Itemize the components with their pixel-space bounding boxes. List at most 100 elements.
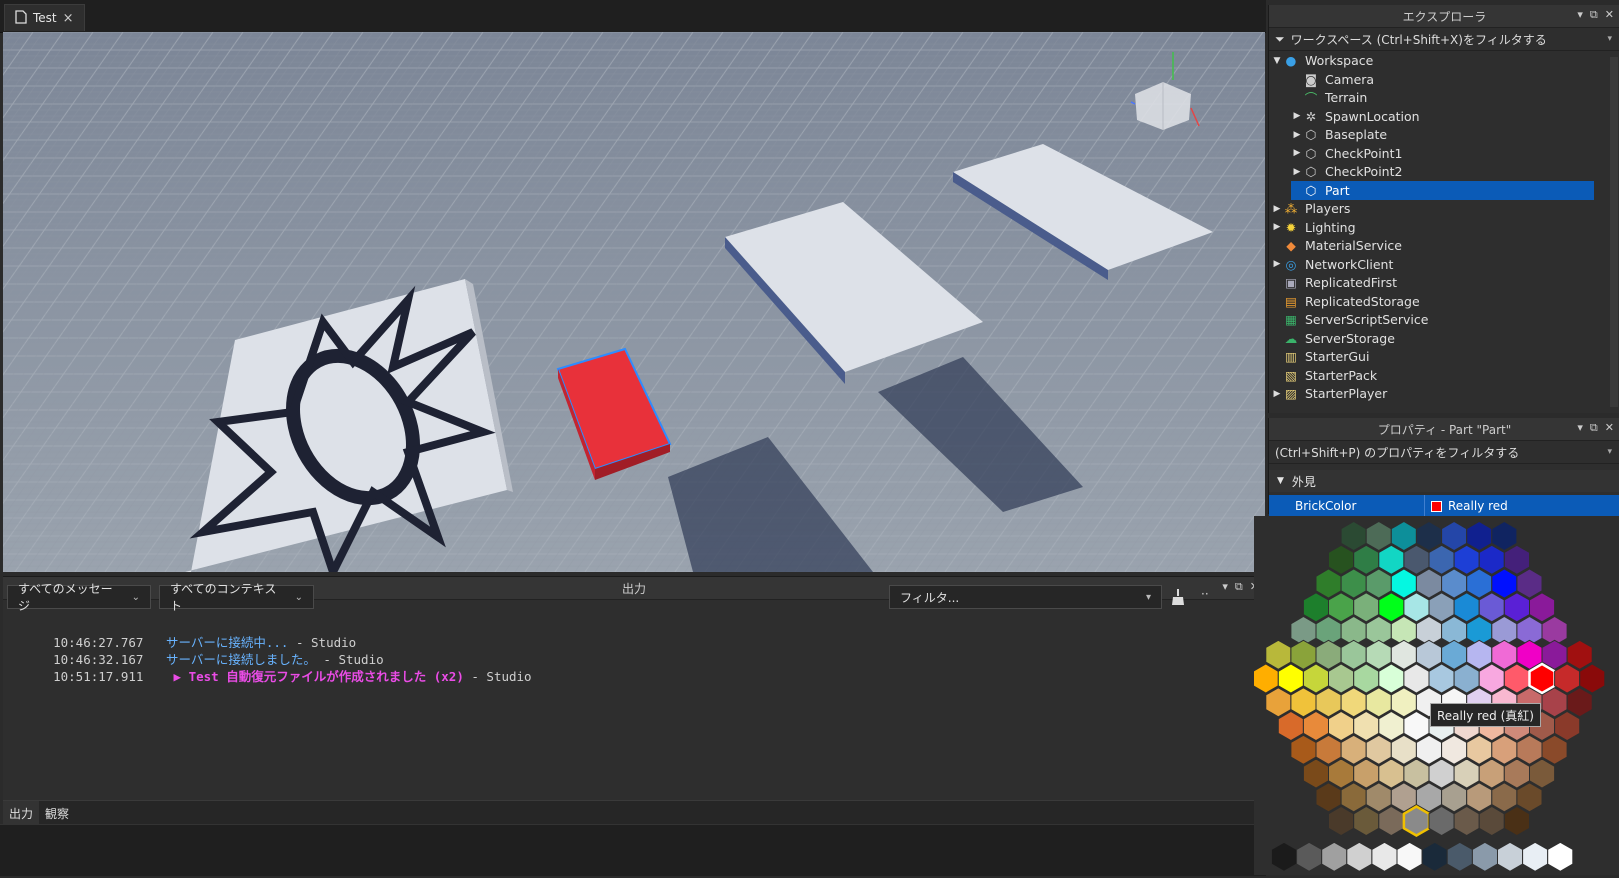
color-swatch[interactable] bbox=[1328, 592, 1355, 623]
grayscale-swatch[interactable] bbox=[1371, 841, 1398, 872]
color-swatch[interactable] bbox=[1491, 782, 1518, 813]
color-swatch[interactable] bbox=[1378, 710, 1405, 742]
close-icon[interactable]: × bbox=[63, 11, 74, 26]
color-swatch[interactable] bbox=[1340, 639, 1367, 670]
color-swatch[interactable] bbox=[1390, 734, 1417, 765]
expand-arrow-icon[interactable]: ▶ bbox=[1271, 389, 1283, 399]
tree-item-workspace[interactable]: ▼ ● Workspace bbox=[1271, 51, 1594, 70]
color-swatch[interactable] bbox=[1491, 520, 1518, 552]
grayscale-swatch[interactable] bbox=[1446, 841, 1473, 872]
color-swatch[interactable] bbox=[1403, 710, 1430, 742]
color-swatch[interactable] bbox=[1415, 520, 1443, 552]
color-swatch[interactable] bbox=[1328, 663, 1355, 694]
property-category-appearance[interactable]: ▼ 外見 bbox=[1269, 470, 1619, 492]
color-swatch[interactable] bbox=[1529, 758, 1556, 789]
clear-output-icon[interactable] bbox=[1171, 588, 1185, 609]
color-swatch[interactable] bbox=[1290, 687, 1317, 718]
color-swatch[interactable] bbox=[1441, 568, 1468, 599]
color-swatch[interactable] bbox=[1478, 592, 1505, 623]
color-swatch[interactable] bbox=[1466, 782, 1493, 813]
properties-filter-input[interactable]: (Ctrl+Shift+P) のプロパティをフィルタする ▾ bbox=[1269, 441, 1619, 464]
color-swatch[interactable] bbox=[1453, 544, 1480, 575]
color-swatch[interactable] bbox=[1541, 734, 1568, 765]
context-filter-dropdown[interactable]: すべてのコンテキスト ⌄ bbox=[159, 582, 314, 613]
color-swatch[interactable] bbox=[1478, 663, 1505, 694]
tree-item-serverstorage[interactable]: ☁ ServerStorage bbox=[1271, 329, 1594, 348]
color-swatch[interactable] bbox=[1441, 520, 1468, 552]
color-swatch[interactable] bbox=[1328, 758, 1355, 789]
chevron-down-icon[interactable]: ▾ bbox=[1607, 34, 1612, 44]
color-swatch[interactable] bbox=[1340, 687, 1367, 718]
undock-icon[interactable]: ⧉ bbox=[1590, 421, 1598, 435]
grayscale-swatch[interactable] bbox=[1497, 841, 1524, 872]
color-swatch[interactable] bbox=[1453, 592, 1480, 623]
color-swatch[interactable] bbox=[1315, 782, 1342, 813]
color-swatch[interactable] bbox=[1390, 568, 1417, 599]
color-swatch[interactable] bbox=[1466, 639, 1493, 670]
color-swatch[interactable] bbox=[1516, 568, 1543, 599]
color-swatch[interactable] bbox=[1315, 639, 1342, 670]
tree-item-terrain[interactable]: ⌒ Terrain bbox=[1291, 88, 1594, 107]
tree-item-materialservice[interactable]: ◆ MaterialService bbox=[1271, 236, 1594, 255]
color-swatch[interactable] bbox=[1478, 805, 1505, 837]
color-swatch[interactable] bbox=[1365, 687, 1392, 718]
color-swatch[interactable] bbox=[1353, 758, 1380, 789]
expanded-arrow-icon[interactable]: ▼ bbox=[1271, 56, 1283, 66]
color-swatch[interactable] bbox=[1491, 639, 1518, 670]
color-swatch[interactable] bbox=[1566, 639, 1593, 670]
color-swatch[interactable] bbox=[1378, 592, 1405, 623]
color-swatch[interactable] bbox=[1428, 805, 1455, 837]
color-swatch[interactable] bbox=[1302, 758, 1329, 789]
color-swatch[interactable] bbox=[1365, 520, 1392, 552]
color-swatch[interactable] bbox=[1516, 734, 1543, 765]
color-swatch[interactable] bbox=[1491, 568, 1518, 599]
tree-item-camera[interactable]: ◙ Camera bbox=[1291, 70, 1594, 89]
grayscale-swatch[interactable] bbox=[1421, 841, 1448, 872]
property-row-brickcolor[interactable]: BrickColor Really red bbox=[1269, 495, 1619, 517]
tree-item-starterplayer[interactable]: ▶ ▨ StarterPlayer bbox=[1271, 384, 1594, 403]
color-swatch[interactable] bbox=[1315, 687, 1342, 718]
message-filter-dropdown[interactable]: すべてのメッセージ ⌄ bbox=[7, 582, 151, 613]
undock-icon[interactable]: ⧉ bbox=[1235, 580, 1243, 594]
color-swatch[interactable] bbox=[1365, 782, 1392, 813]
color-swatch[interactable] bbox=[1390, 687, 1417, 718]
color-swatch[interactable] bbox=[1328, 710, 1355, 742]
color-swatch[interactable] bbox=[1302, 592, 1329, 623]
document-tab-test[interactable]: Test × bbox=[4, 4, 85, 31]
color-swatch[interactable] bbox=[1441, 639, 1468, 670]
color-swatch[interactable] bbox=[1403, 758, 1430, 789]
color-swatch[interactable] bbox=[1353, 710, 1380, 742]
color-swatch[interactable] bbox=[1428, 758, 1455, 789]
color-swatch[interactable] bbox=[1302, 710, 1329, 742]
tree-item-checkpoint2[interactable]: ▶ ⬡ CheckPoint2 bbox=[1291, 162, 1594, 181]
color-swatch[interactable] bbox=[1365, 568, 1392, 599]
expand-arrow-icon[interactable]: ▶ bbox=[1271, 204, 1283, 214]
color-swatch[interactable] bbox=[1353, 544, 1380, 575]
tree-item-serverscriptservice[interactable]: ▦ ServerScriptService bbox=[1271, 310, 1594, 329]
tree-item-baseplate[interactable]: ▶ ⬡ Baseplate bbox=[1291, 125, 1594, 144]
close-icon[interactable]: ✕ bbox=[1605, 8, 1614, 22]
tab-watch[interactable]: 観察 bbox=[39, 801, 75, 825]
color-swatch[interactable] bbox=[1478, 758, 1505, 789]
color-swatch[interactable] bbox=[1340, 520, 1367, 552]
expand-arrow-icon[interactable]: ▶ bbox=[1291, 148, 1303, 158]
chevron-down-icon[interactable]: ▾ bbox=[1577, 8, 1583, 22]
log-line[interactable]: 10:51:17.911 ▶ Test 自動復元ファイルが作成されました (x2… bbox=[23, 651, 531, 700]
color-swatch[interactable] bbox=[1466, 568, 1493, 599]
color-swatch[interactable] bbox=[1265, 639, 1292, 670]
color-swatch[interactable] bbox=[1353, 663, 1380, 694]
chevron-down-icon[interactable]: ▾ bbox=[1222, 580, 1228, 594]
color-swatch[interactable] bbox=[1503, 758, 1530, 789]
color-swatch[interactable] bbox=[1466, 520, 1493, 552]
color-swatch[interactable] bbox=[1353, 592, 1380, 623]
color-swatch[interactable] bbox=[1415, 639, 1443, 670]
grayscale-swatch[interactable] bbox=[1522, 841, 1549, 872]
color-swatch[interactable] bbox=[1290, 639, 1317, 670]
color-swatch[interactable] bbox=[1390, 520, 1417, 552]
highlighted-color-swatch[interactable] bbox=[1402, 805, 1431, 837]
chevron-down-icon[interactable]: ▾ bbox=[1577, 421, 1583, 435]
color-swatch[interactable] bbox=[1466, 734, 1493, 765]
tree-item-checkpoint1[interactable]: ▶ ⬡ CheckPoint1 bbox=[1291, 144, 1594, 163]
color-swatch[interactable] bbox=[1315, 734, 1342, 765]
color-swatch[interactable] bbox=[1441, 734, 1468, 765]
